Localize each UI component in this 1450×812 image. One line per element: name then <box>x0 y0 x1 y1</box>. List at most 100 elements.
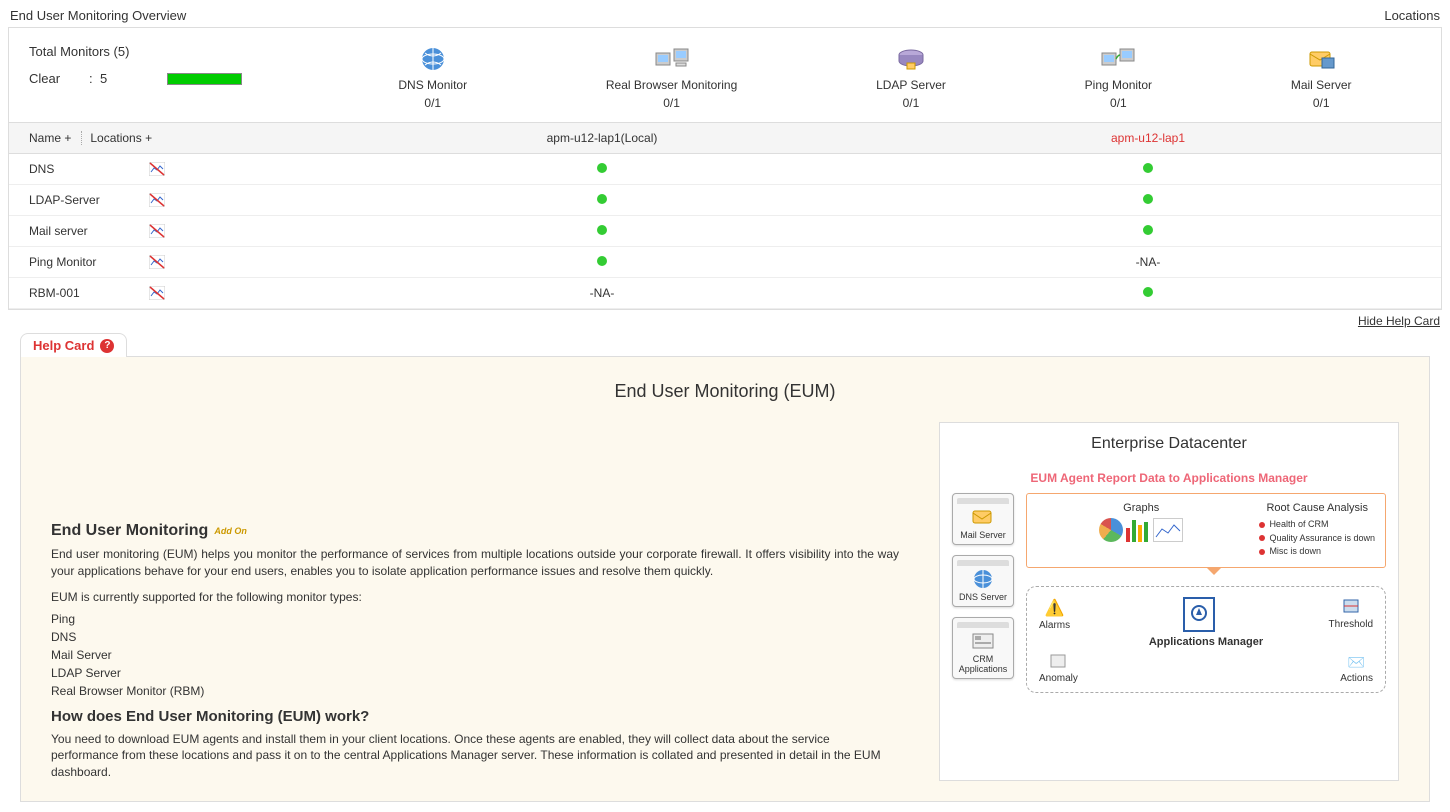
status-up-icon <box>1143 194 1153 204</box>
location-column-header[interactable]: apm-u12-lap1(Local) <box>329 131 875 145</box>
addon-badge: Add On <box>214 526 247 536</box>
status-up-icon <box>1143 287 1153 297</box>
supported-type-item: Mail Server <box>51 646 899 664</box>
rca-item: Quality Assurance is down <box>1259 532 1375 546</box>
monitor-type-card[interactable]: Mail Server 0/1 <box>1291 44 1352 110</box>
table-row: Ping Monitor -NA- <box>9 247 1441 278</box>
monitor-type-count: 0/1 <box>1110 96 1127 110</box>
anomaly-label: Anomaly <box>1039 673 1078 684</box>
monitor-type-name: Mail Server <box>1291 78 1352 92</box>
monitor-type-icon <box>893 44 929 74</box>
table-row: Mail server <box>9 216 1441 247</box>
column-locations-sort[interactable]: Locations + <box>81 131 152 145</box>
threshold-icon <box>1342 598 1360 617</box>
table-row: LDAP-Server <box>9 185 1441 216</box>
monitor-type-name: Ping Monitor <box>1085 78 1152 92</box>
help-card-tab-label: Help Card <box>33 338 94 353</box>
supported-type-item: LDAP Server <box>51 664 899 682</box>
rca-dot-icon <box>1259 535 1265 541</box>
status-up-icon <box>597 163 607 173</box>
actions-label: Actions <box>1340 673 1373 684</box>
monitor-type-count: 0/1 <box>1313 96 1330 110</box>
location-column-header[interactable]: apm-u12-lap1 <box>875 131 1421 145</box>
row-chart-icon[interactable] <box>149 193 329 207</box>
status-cell <box>329 255 875 269</box>
appmgr-title: Applications Manager <box>1039 636 1373 648</box>
monitor-type-card[interactable]: Ping Monitor 0/1 <box>1085 44 1152 110</box>
row-name[interactable]: Mail server <box>29 224 149 238</box>
helpcard-section-heading: End User Monitoring Add On <box>51 522 899 540</box>
monitor-type-count: 0/1 <box>424 96 441 110</box>
help-card-tab[interactable]: Help Card ? <box>20 333 127 357</box>
monitor-type-name: DNS Monitor <box>398 78 467 92</box>
page-title: End User Monitoring Overview <box>10 8 186 23</box>
row-name[interactable]: DNS <box>29 162 149 176</box>
status-cell <box>875 162 1421 176</box>
status-cell <box>875 286 1421 300</box>
rca-item: Misc is down <box>1259 545 1375 559</box>
helpcard-intro: End user monitoring (EUM) helps you moni… <box>51 546 899 580</box>
anomaly-icon <box>1050 654 1066 671</box>
total-monitors-label: Total Monitors (5) <box>29 44 329 59</box>
actions-icon: ✉️ <box>1348 654 1365 671</box>
row-name[interactable]: RBM-001 <box>29 286 149 300</box>
appmgr-logo-icon <box>1183 597 1215 632</box>
help-card-body: End User Monitoring (EUM) End User Monit… <box>20 356 1430 802</box>
diagram-title: EUM Agent Report Data to Applications Ma… <box>952 471 1386 485</box>
row-name[interactable]: LDAP-Server <box>29 193 149 207</box>
supported-type-item: Ping <box>51 610 899 628</box>
diagram-service-box: Mail Server <box>952 493 1014 545</box>
row-chart-icon[interactable] <box>149 224 329 238</box>
diagram-callout: Graphs <box>1026 493 1386 568</box>
graphs-label: Graphs <box>1037 502 1245 514</box>
status-up-icon <box>597 225 607 235</box>
pie-chart-icon <box>1099 518 1123 542</box>
monitor-type-icon <box>415 44 451 74</box>
row-chart-icon[interactable] <box>149 255 329 269</box>
monitor-type-name: LDAP Server <box>876 78 946 92</box>
threshold-label: Threshold <box>1329 619 1373 630</box>
status-up-icon <box>1143 163 1153 173</box>
status-cell <box>329 193 875 207</box>
status-cell: -NA- <box>329 286 875 300</box>
rca-item: Health of CRM <box>1259 518 1375 532</box>
monitor-type-card[interactable]: DNS Monitor 0/1 <box>398 44 467 110</box>
status-cell <box>875 193 1421 207</box>
row-chart-icon[interactable] <box>149 162 329 176</box>
helpcard-main-title: End User Monitoring (EUM) <box>51 381 1399 402</box>
status-up-icon <box>597 256 607 266</box>
status-up-icon <box>1143 225 1153 235</box>
helpcard-diagram: Enterprise Datacenter EUM Agent Report D… <box>939 422 1399 781</box>
status-up-icon <box>597 194 607 204</box>
helpcard-how-text: You need to download EUM agents and inst… <box>51 731 899 781</box>
help-icon: ? <box>100 339 114 353</box>
clear-label: Clear <box>29 71 69 86</box>
diagram-service-box: CRM Applications <box>952 617 1014 679</box>
hide-help-card-link[interactable]: Hide Help Card <box>0 310 1450 332</box>
appmgr-box: ⚠️ Alarms Threshold <box>1026 586 1386 693</box>
clear-colon: : <box>89 71 93 86</box>
status-cell <box>875 224 1421 238</box>
helpcard-how-heading: How does End User Monitoring (EUM) work? <box>51 708 899 725</box>
clear-status-bar <box>167 73 242 85</box>
status-cell: -NA- <box>875 255 1421 269</box>
table-row: RBM-001 -NA- <box>9 278 1441 309</box>
row-chart-icon[interactable] <box>149 286 329 300</box>
rca-dot-icon <box>1259 522 1265 528</box>
dashboard-frame: Total Monitors (5) Clear : 5 DNS Monitor… <box>8 27 1442 310</box>
clear-count: 5 <box>100 71 107 86</box>
line-chart-icon <box>1153 518 1183 542</box>
monitor-type-card[interactable]: Real Browser Monitoring 0/1 <box>606 44 737 110</box>
rca-label: Root Cause Analysis <box>1259 502 1375 514</box>
monitor-type-name: Real Browser Monitoring <box>606 78 737 92</box>
monitor-type-count: 0/1 <box>663 96 680 110</box>
supported-type-item: DNS <box>51 628 899 646</box>
column-name-sort[interactable]: Name + <box>29 131 71 145</box>
monitor-type-count: 0/1 <box>903 96 920 110</box>
row-name[interactable]: Ping Monitor <box>29 255 149 269</box>
monitor-type-card[interactable]: LDAP Server 0/1 <box>876 44 946 110</box>
table-row: DNS <box>9 154 1441 185</box>
diagram-service-box: DNS Server <box>952 555 1014 607</box>
locations-link[interactable]: Locations <box>1384 8 1440 23</box>
status-cell <box>329 224 875 238</box>
